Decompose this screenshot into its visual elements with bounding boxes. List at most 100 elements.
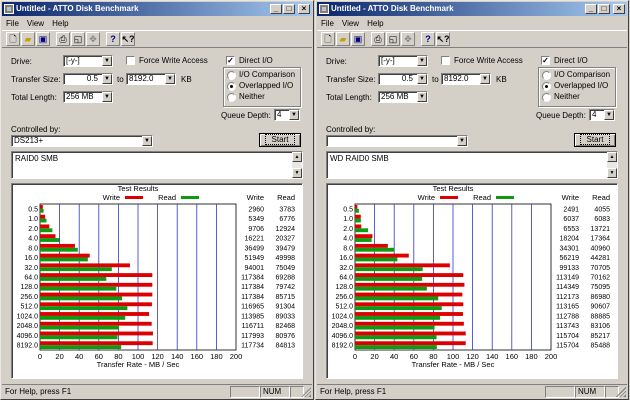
x-tick-label: 0 (353, 352, 357, 361)
chevron-down-icon[interactable]: ▼ (457, 136, 467, 146)
close-button[interactable]: × (298, 4, 310, 14)
transfer-to-select[interactable]: 8192.0 ▼ (441, 73, 491, 85)
write-value: 2960 (248, 206, 264, 213)
y-tick-label: 8.0 (343, 245, 353, 252)
queue-depth-select[interactable]: 4 ▼ (589, 109, 615, 121)
overlapped-io-radio[interactable] (227, 82, 236, 91)
minimize-button[interactable]: _ (585, 4, 597, 14)
maximize-button[interactable]: □ (283, 4, 295, 14)
chevron-down-icon[interactable]: ▼ (417, 74, 427, 84)
toolbar: 🗋 ▰ ▣ ⎙ ◱ ✥ ? ↖? (317, 30, 627, 48)
print-preview-button[interactable]: ◱ (71, 32, 85, 46)
help-button[interactable]: ? (106, 32, 120, 46)
controlled-by-select[interactable]: DS213+ ▼ (11, 135, 153, 147)
help-button[interactable]: ? (421, 32, 435, 46)
description-scrollbar[interactable]: ▲ ▼ (292, 152, 302, 178)
transfer-from-select[interactable]: 0.5 ▼ (63, 73, 113, 85)
force-write-label: Force Write Access (139, 56, 208, 65)
io-comparison-radio[interactable] (227, 71, 236, 80)
menu-help[interactable]: Help (367, 17, 383, 30)
open-folder-icon: ▰ (24, 33, 32, 44)
chevron-down-icon[interactable]: ▼ (102, 56, 112, 66)
description-textarea[interactable]: WD RAID0 SMB ▲ ▼ (326, 151, 618, 179)
resize-grip-icon[interactable] (616, 387, 626, 397)
menu-help[interactable]: Help (52, 17, 68, 30)
read-value: 75049 (276, 265, 296, 272)
close-button[interactable]: × (613, 4, 625, 14)
y-tick-label: 32.0 (24, 265, 38, 272)
new-file-button[interactable]: 🗋 (6, 32, 20, 46)
read-value: 49998 (276, 255, 296, 262)
context-help-button[interactable]: ↖? (436, 32, 450, 46)
save-button[interactable]: ▣ (351, 32, 365, 46)
print-preview-button[interactable]: ◱ (386, 32, 400, 46)
menu-view[interactable]: View (27, 17, 44, 30)
context-help-button[interactable]: ↖? (121, 32, 135, 46)
new-file-icon: 🗋 (9, 33, 17, 44)
chevron-down-icon[interactable]: ▼ (417, 92, 427, 102)
open-button[interactable]: ▰ (336, 32, 350, 46)
io-comparison-label: I/O Comparison (554, 70, 611, 79)
print-button[interactable]: ⎙ (371, 32, 385, 46)
read-bar (40, 218, 47, 223)
chevron-down-icon[interactable]: ▼ (102, 92, 112, 102)
scroll-down-icon[interactable]: ▼ (292, 168, 302, 178)
save-button[interactable]: ▣ (36, 32, 50, 46)
status-help-text: For Help, press F1 (5, 387, 72, 396)
scroll-up-icon[interactable]: ▲ (607, 152, 617, 162)
force-write-checkbox[interactable] (126, 56, 135, 65)
force-write-checkbox[interactable] (441, 56, 450, 65)
minimize-button[interactable]: _ (270, 4, 282, 14)
overlapped-io-label: Overlapped I/O (554, 81, 609, 90)
transfer-from-value: 0.5 (401, 74, 413, 83)
transfer-to-select[interactable]: 8192.0 ▼ (126, 73, 176, 85)
read-value: 88885 (591, 313, 611, 320)
chevron-down-icon[interactable]: ▼ (480, 74, 490, 84)
start-button[interactable]: Start (574, 133, 616, 147)
scroll-up-icon[interactable]: ▲ (292, 152, 302, 162)
menu-file[interactable]: File (6, 17, 19, 30)
title-bar[interactable]: Untitled - ATTO Disk Benchmark _ □ × (2, 2, 312, 16)
chevron-down-icon[interactable]: ▼ (417, 56, 427, 66)
drive-select[interactable]: [-y-] ▼ (63, 55, 113, 67)
x-tick-label: 200 (545, 352, 558, 361)
read-column-header: Read (277, 193, 295, 202)
direct-io-checkbox[interactable]: ✓ (541, 56, 550, 65)
total-length-label: Total Length: (326, 93, 372, 102)
description-textarea[interactable]: RAID0 SMB ▲ ▼ (11, 151, 303, 179)
drive-select[interactable]: [-y-] ▼ (378, 55, 428, 67)
move-button[interactable]: ✥ (86, 32, 100, 46)
neither-radio[interactable] (227, 93, 236, 102)
controlled-by-select[interactable]: ▼ (326, 135, 468, 147)
read-value: 40960 (591, 245, 611, 252)
queue-depth-select[interactable]: 4 ▼ (274, 109, 300, 121)
chevron-down-icon[interactable]: ▼ (102, 74, 112, 84)
transfer-from-select[interactable]: 0.5 ▼ (378, 73, 428, 85)
resize-grip-icon[interactable] (301, 387, 311, 397)
chevron-down-icon[interactable]: ▼ (604, 110, 614, 120)
chevron-down-icon[interactable]: ▼ (289, 110, 299, 120)
new-file-button[interactable]: 🗋 (321, 32, 335, 46)
overlapped-io-radio[interactable] (542, 82, 551, 91)
print-preview-icon: ◱ (73, 33, 83, 44)
direct-io-checkbox[interactable]: ✓ (226, 56, 235, 65)
title-bar[interactable]: Untitled - ATTO Disk Benchmark _ □ × (317, 2, 627, 16)
transfer-to-value: 8192.0 (444, 74, 469, 83)
transfer-to-value: 8192.0 (129, 74, 154, 83)
io-comparison-radio[interactable] (542, 71, 551, 80)
maximize-button[interactable]: □ (598, 4, 610, 14)
chevron-down-icon[interactable]: ▼ (165, 74, 175, 84)
total-length-select[interactable]: 256 MB ▼ (63, 91, 113, 103)
start-button[interactable]: Start (259, 133, 301, 147)
chevron-down-icon[interactable]: ▼ (142, 136, 152, 146)
menu-file[interactable]: File (321, 17, 334, 30)
open-button[interactable]: ▰ (21, 32, 35, 46)
scroll-down-icon[interactable]: ▼ (607, 168, 617, 178)
menu-view[interactable]: View (342, 17, 359, 30)
write-value: 36499 (245, 245, 265, 252)
neither-radio[interactable] (542, 93, 551, 102)
print-button[interactable]: ⎙ (56, 32, 70, 46)
description-scrollbar[interactable]: ▲ ▼ (607, 152, 617, 178)
total-length-select[interactable]: 256 MB ▼ (378, 91, 428, 103)
move-button[interactable]: ✥ (401, 32, 415, 46)
